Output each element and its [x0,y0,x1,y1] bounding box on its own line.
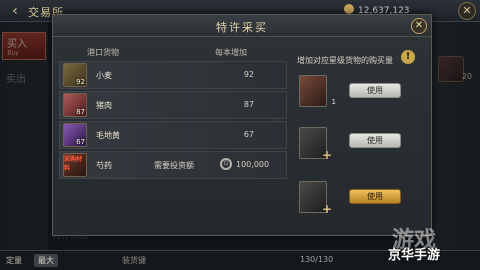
permit-count: 1 [331,98,336,106]
peony-icon: 采购材料 [63,153,87,177]
permit-book-icon[interactable]: 1 [299,75,336,107]
permit-book-icon[interactable]: + [299,127,332,162]
permit-panel-title: 增加对应星级货物的购买量 [297,56,393,65]
add-icon: + [321,148,332,162]
pork-icon: 87 [63,93,87,117]
use-button-highlighted[interactable]: 使用 [349,189,401,204]
add-icon: + [321,202,332,216]
material-badge: 采购材料 [64,156,83,172]
list-item[interactable]: 67 毛地黄 67 [59,121,287,149]
item-count: 87 [76,108,85,116]
back-arrow-icon[interactable]: ‹ [6,3,24,19]
quantity-label: 定量 [6,256,22,265]
item-count: 67 [76,138,85,146]
foxglove-icon: 67 [63,123,87,147]
modal-title: 特许采买 [216,21,268,34]
special-purchase-modal: 特许采买 ✕ 港口货物 每本增加 92 小麦 92 87 猪肉 87 67 毛地… [52,14,432,236]
header-increase: 每本增加 [215,48,247,57]
capacity-value: 130/130 [300,255,334,264]
item-increase-value: 87 [243,100,254,109]
load-cargo-label[interactable]: 装货键 [122,255,146,266]
investment-coin-icon: G [220,158,232,170]
item-name: 猪肉 [96,101,112,110]
hint-icon[interactable]: ! [401,50,415,64]
permit-panel: 增加对应星级货物的购买量 ! 1 使用 + 使用 + 使用 [293,41,427,231]
item-name: 小麦 [96,71,112,80]
item-count: 92 [76,78,85,86]
permit-book-icon[interactable]: + [299,181,332,216]
use-button[interactable]: 使用 [349,133,401,148]
header-goods: 港口货物 [87,48,119,57]
goods-list: 港口货物 每本增加 92 小麦 92 87 猪肉 87 67 毛地黄 67 采购… [59,41,287,231]
item-name: 芍药 [96,161,112,170]
wheat-icon: 92 [63,63,87,87]
investment-label: 需要投资额 [154,161,194,170]
list-item[interactable]: 87 猪肉 87 [59,91,287,119]
list-item[interactable]: 采购材料 芍药 需要投资额 G 100,000 [59,151,287,179]
max-button[interactable]: 最大 [34,254,58,267]
exchange-close-icon[interactable]: ✕ [458,2,476,20]
close-icon[interactable]: ✕ [411,18,427,34]
watermark-text: 京华手游 [388,248,441,263]
item-name: 毛地黄 [96,131,120,140]
use-button[interactable]: 使用 [349,83,401,98]
list-item[interactable]: 92 小麦 92 [59,61,287,89]
investment-value: 100,000 [236,160,270,169]
coin-icon [344,4,354,14]
item-increase-value: 92 [243,70,254,79]
item-increase-value: 67 [243,130,254,139]
